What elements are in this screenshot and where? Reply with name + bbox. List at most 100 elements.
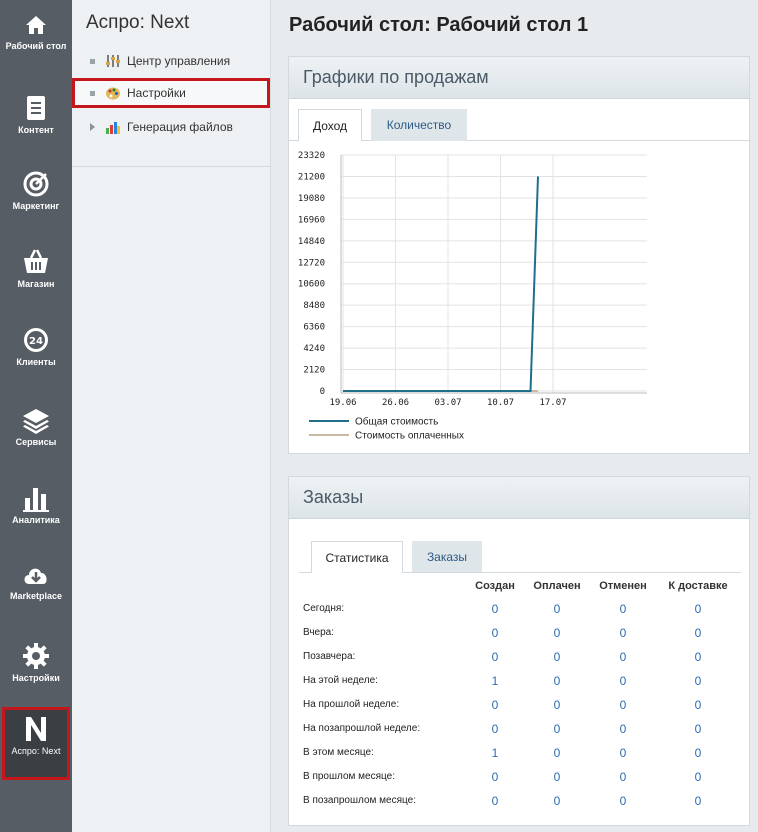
sales-line-chart: 0 2120 4240 6360 8480 10600 12720 14840 16960 190… bbox=[298, 151, 647, 444]
x-tick-label: 17.07 bbox=[539, 398, 566, 408]
stats-row-label: На позапрошлой неделе: bbox=[303, 723, 421, 734]
rail-item-label: Магазин bbox=[17, 279, 55, 289]
y-tick-label: 0 bbox=[320, 387, 325, 397]
stats-cell-link[interactable]: 1 bbox=[475, 746, 515, 760]
rail-item-shop[interactable]: Магазин bbox=[0, 248, 72, 290]
stats-cell-link[interactable]: 0 bbox=[537, 746, 577, 760]
tab-orders[interactable]: Заказы bbox=[412, 541, 482, 572]
col-header-cancelled: Отменен bbox=[599, 580, 647, 592]
stats-cell-link[interactable]: 0 bbox=[678, 650, 718, 664]
y-tick-label: 8480 bbox=[303, 301, 325, 311]
stats-cell-link[interactable]: 0 bbox=[678, 722, 718, 736]
y-tick-label: 16960 bbox=[298, 215, 325, 225]
rail-item-services[interactable]: Сервисы bbox=[0, 406, 72, 448]
stats-cell-link[interactable]: 0 bbox=[603, 770, 643, 784]
document-icon bbox=[27, 96, 45, 120]
x-tick-label: 26.06 bbox=[382, 398, 409, 408]
stats-cell-link[interactable]: 0 bbox=[475, 770, 515, 784]
rail-item-label: Настройки bbox=[12, 673, 60, 683]
panel-title: Заказы bbox=[289, 477, 749, 519]
expand-arrow-icon[interactable] bbox=[90, 123, 95, 131]
stats-cell-link[interactable]: 0 bbox=[475, 698, 515, 712]
x-tick-label: 19.06 bbox=[329, 398, 356, 408]
stats-cell-link[interactable]: 0 bbox=[603, 746, 643, 760]
legend-label: Общая стоимость bbox=[355, 416, 438, 428]
sales-charts-panel: Графики по продажам Доход Количество 0 21… bbox=[288, 56, 751, 454]
stats-cell-link[interactable]: 0 bbox=[537, 626, 577, 640]
y-tick-label: 6360 bbox=[303, 323, 325, 333]
x-tick-label: 10.07 bbox=[487, 398, 514, 408]
rail-item-settings[interactable]: Настройки bbox=[0, 642, 72, 684]
clients-24-icon: 24 bbox=[24, 328, 48, 352]
main-nav-rail: Рабочий стол Контент Маркетинг Магазин 2… bbox=[0, 0, 72, 832]
stats-cell-link[interactable]: 0 bbox=[678, 770, 718, 784]
menu-item-label: Генерация файлов bbox=[127, 120, 233, 134]
stats-cell-link[interactable]: 1 bbox=[475, 674, 515, 688]
menu-item-file-generation[interactable]: Генерация файлов bbox=[72, 114, 271, 140]
stats-cell-link[interactable]: 0 bbox=[537, 770, 577, 784]
stats-cell-link[interactable]: 0 bbox=[678, 602, 718, 616]
basket-icon bbox=[24, 249, 48, 273]
rail-item-label: Клиенты bbox=[16, 357, 56, 367]
stats-row-label: На прошлой неделе: bbox=[303, 699, 400, 710]
bullet-icon bbox=[90, 90, 95, 96]
stats-cell-link[interactable]: 0 bbox=[678, 698, 718, 712]
rail-item-marketplace[interactable]: Marketplace bbox=[0, 562, 72, 602]
bullet-icon bbox=[90, 58, 95, 64]
rail-item-label: Сервисы bbox=[15, 437, 57, 447]
bar-chart-icon bbox=[23, 488, 49, 512]
stats-cell-link[interactable]: 0 bbox=[603, 602, 643, 616]
stats-cell-link[interactable]: 0 bbox=[475, 626, 515, 640]
menu-item-label: Настройки bbox=[127, 86, 186, 100]
stats-row-label: На этой неделе: bbox=[303, 675, 378, 686]
stats-cell-link[interactable]: 0 bbox=[537, 698, 577, 712]
rail-item-analytics[interactable]: Аналитика bbox=[0, 484, 72, 526]
stats-cell-link[interactable]: 0 bbox=[537, 674, 577, 688]
plot-area bbox=[341, 155, 647, 393]
stats-cell-link[interactable]: 0 bbox=[537, 722, 577, 736]
rail-item-clients[interactable]: 24 Клиенты bbox=[0, 326, 72, 368]
stats-cell-link[interactable]: 0 bbox=[603, 698, 643, 712]
target-icon bbox=[23, 171, 49, 197]
rail-item-desktop[interactable]: Рабочий стол bbox=[0, 12, 72, 52]
rail-item-aspro-next[interactable]: Аспро: Next bbox=[2, 707, 70, 780]
stats-cell-link[interactable]: 0 bbox=[603, 722, 643, 736]
col-header-paid: Оплачен bbox=[533, 580, 581, 592]
stats-cell-link[interactable]: 0 bbox=[603, 650, 643, 664]
gear-icon bbox=[23, 643, 49, 669]
y-tick-label: 21200 bbox=[298, 172, 325, 182]
stats-cell-link[interactable]: 0 bbox=[475, 650, 515, 664]
menu-item-settings[interactable]: Настройки bbox=[72, 78, 270, 108]
tab-statistics[interactable]: Статистика bbox=[311, 541, 403, 573]
stats-cell-link[interactable]: 0 bbox=[678, 794, 718, 808]
stats-row-label: Вчера: bbox=[303, 627, 335, 638]
aspro-next-logo-icon bbox=[26, 717, 46, 741]
rail-item-label: Рабочий стол bbox=[5, 41, 67, 51]
stats-cell-link[interactable]: 0 bbox=[537, 602, 577, 616]
y-axis: 0 2120 4240 6360 8480 10600 12720 14840 16960 190… bbox=[298, 151, 325, 397]
stats-cell-link[interactable]: 0 bbox=[475, 794, 515, 808]
chart-legend: Общая стоимость Стоимость оплаченных bbox=[303, 414, 503, 444]
stats-cell-link[interactable]: 0 bbox=[678, 674, 718, 688]
menu-item-label: Центр управления bbox=[127, 54, 231, 68]
menu-item-control-center[interactable]: Центр управления bbox=[72, 48, 271, 74]
y-tick-label: 23320 bbox=[298, 151, 325, 161]
stats-cell-link[interactable]: 0 bbox=[475, 602, 515, 616]
stats-cell-link[interactable]: 0 bbox=[603, 626, 643, 640]
stats-cell-link[interactable]: 0 bbox=[537, 650, 577, 664]
stats-cell-link[interactable]: 0 bbox=[678, 626, 718, 640]
x-axis: 19.06 26.06 03.07 10.07 17.07 bbox=[329, 398, 566, 408]
stats-cell-link[interactable]: 0 bbox=[603, 674, 643, 688]
rail-item-label: Аспро: Next bbox=[11, 746, 61, 756]
rail-item-content[interactable]: Контент bbox=[0, 94, 72, 136]
rail-item-marketing[interactable]: Маркетинг bbox=[0, 170, 72, 212]
stats-cell-link[interactable]: 0 bbox=[678, 746, 718, 760]
stats-cell-link[interactable]: 0 bbox=[603, 794, 643, 808]
home-icon bbox=[26, 16, 46, 34]
submenu-title: Аспро: Next bbox=[86, 12, 190, 33]
rail-item-label: Маркетинг bbox=[12, 201, 60, 211]
stats-cell-link[interactable]: 0 bbox=[475, 722, 515, 736]
rail-item-label: Контент bbox=[18, 125, 54, 135]
stats-cell-link[interactable]: 0 bbox=[537, 794, 577, 808]
sliders-icon bbox=[106, 55, 120, 67]
